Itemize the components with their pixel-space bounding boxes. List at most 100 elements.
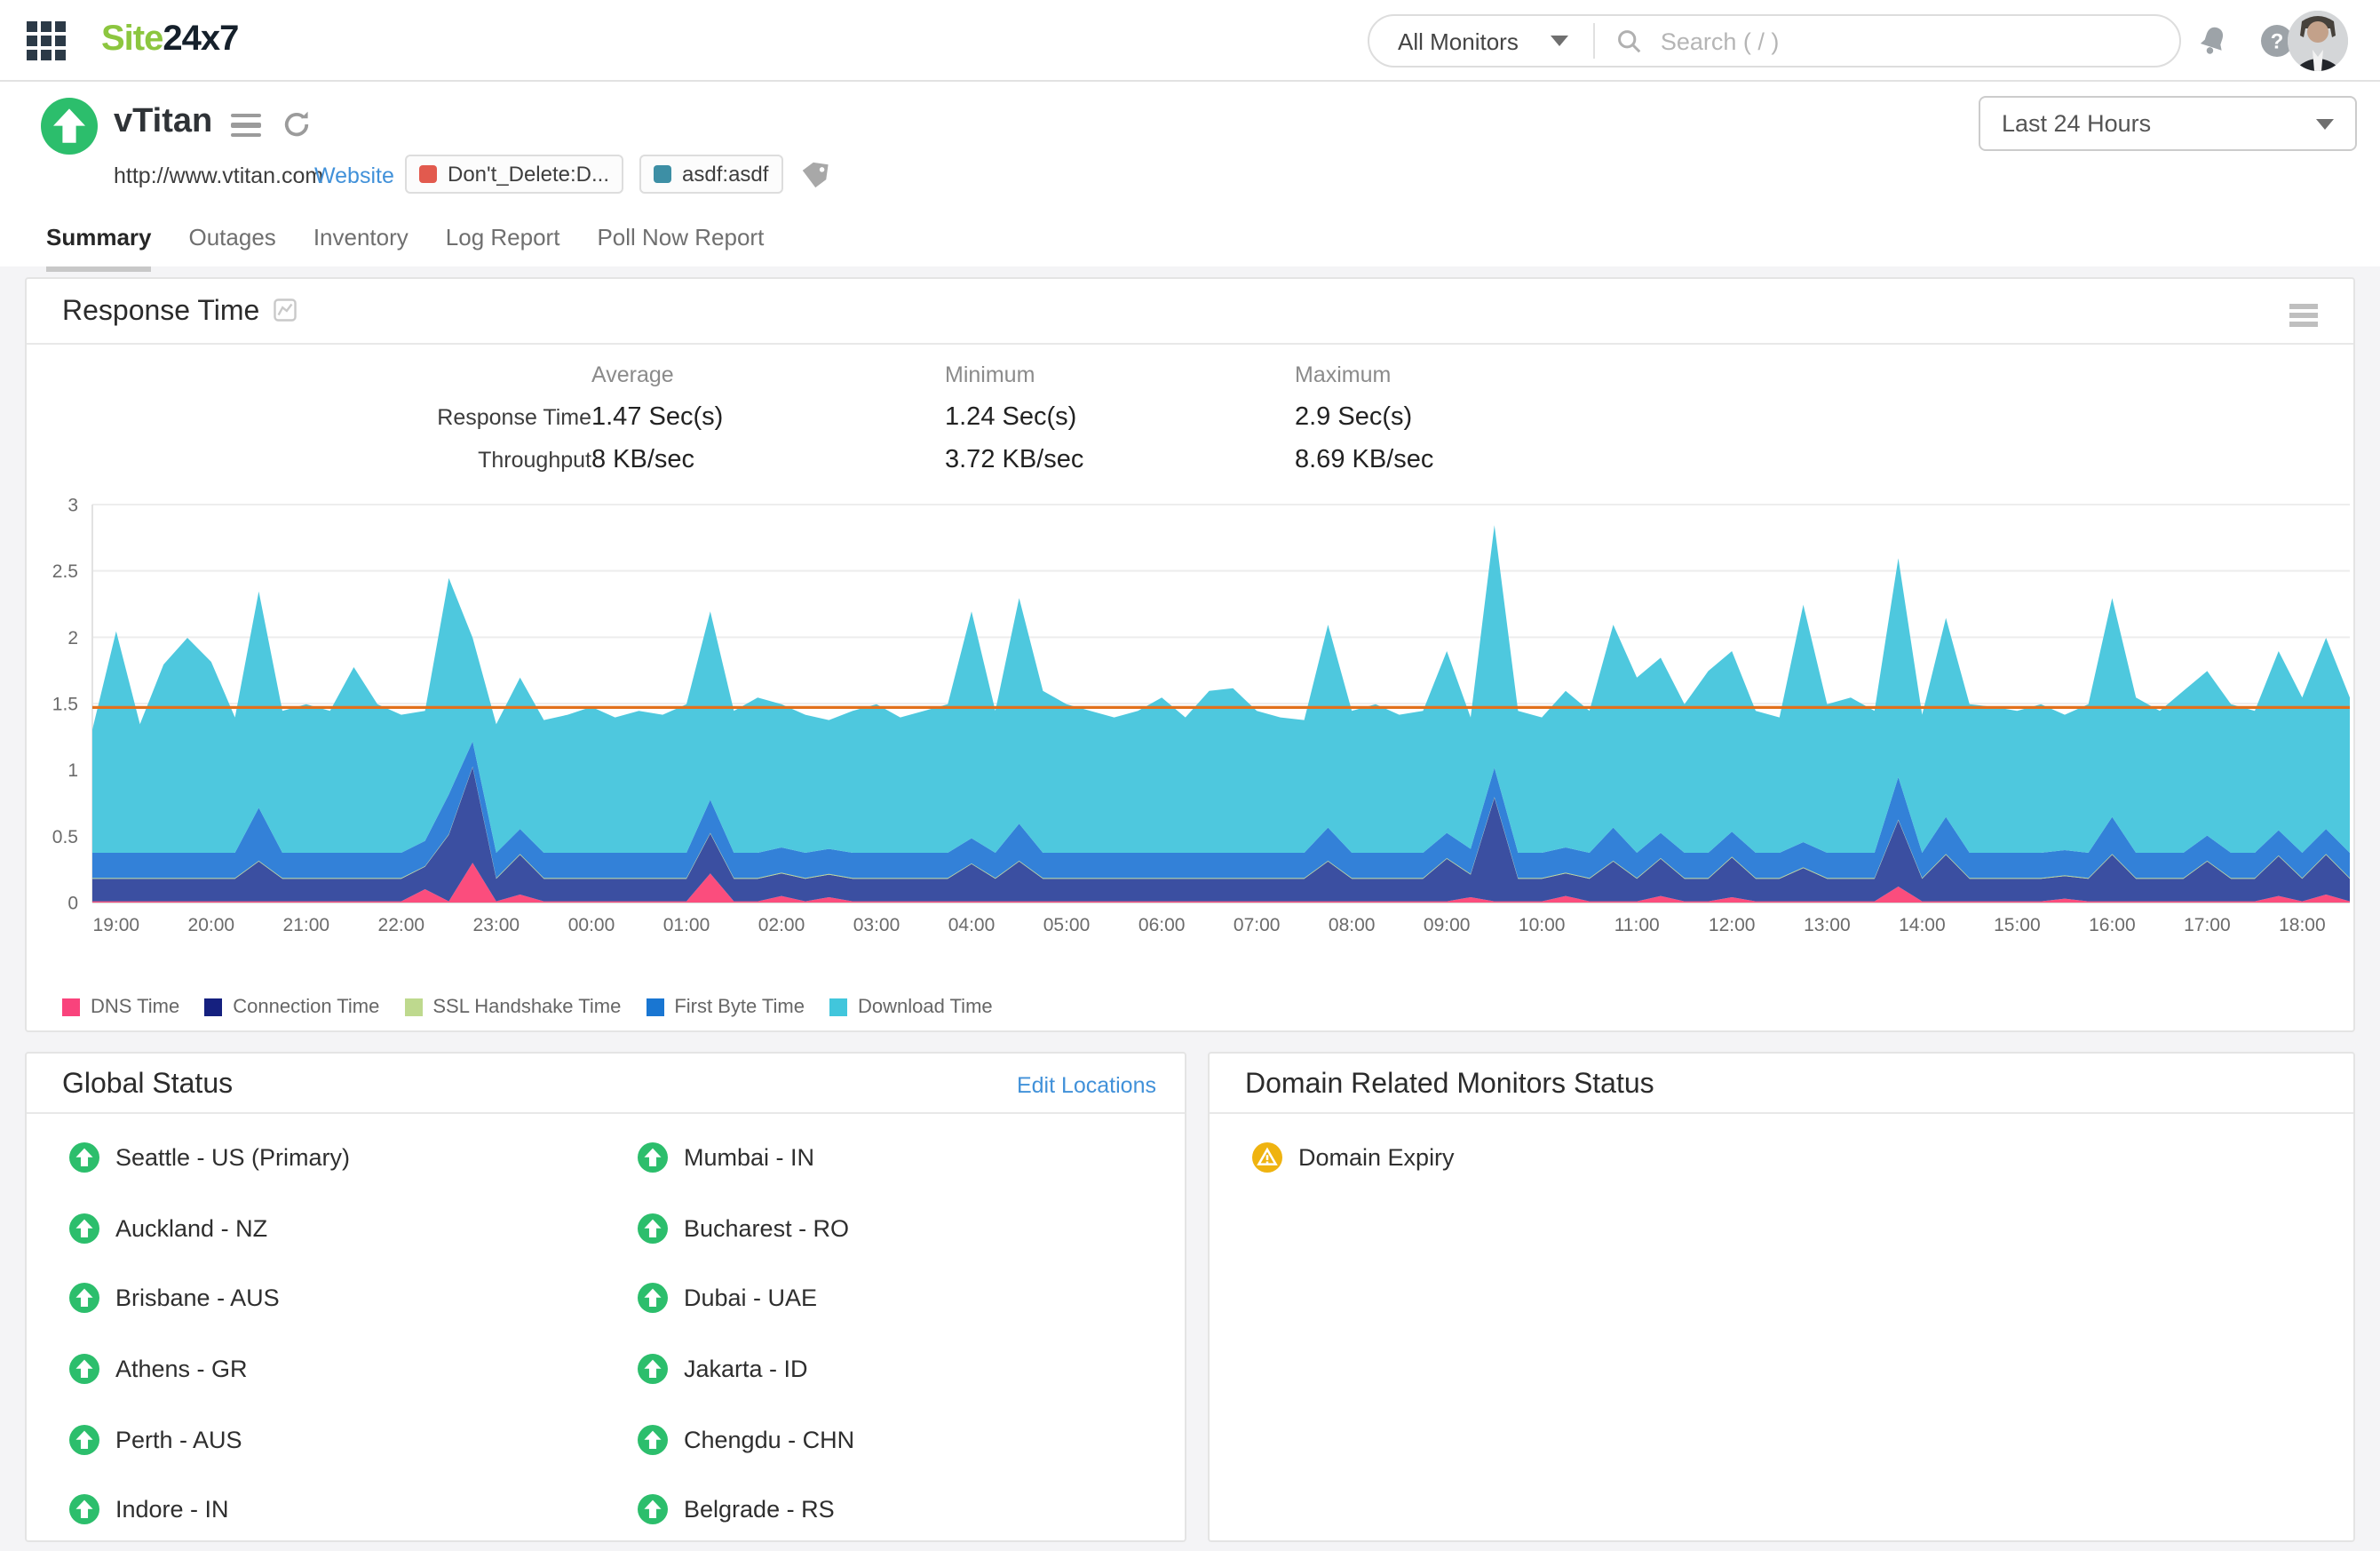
svg-text:1.5: 1.5 (52, 695, 78, 715)
card-menu-icon[interactable] (2289, 304, 2318, 331)
card-title: Response Time (62, 297, 282, 329)
location-label: Athens - GR (115, 1356, 248, 1382)
tag-color-swatch (419, 165, 437, 183)
svg-text:10:00: 10:00 (1519, 915, 1566, 935)
svg-text:17:00: 17:00 (2184, 915, 2231, 935)
legend-swatch (646, 998, 663, 1016)
tag-icon[interactable] (798, 159, 829, 189)
legend-item[interactable]: Connection Time (204, 997, 379, 1018)
status-up-icon (638, 1424, 668, 1454)
legend-item[interactable]: First Byte Time (646, 997, 805, 1018)
location-item[interactable]: Perth - AUS (69, 1404, 350, 1475)
svg-text:23:00: 23:00 (473, 915, 520, 935)
svg-text:20:00: 20:00 (188, 915, 235, 935)
location-item[interactable]: Auckland - NZ (69, 1193, 350, 1263)
monitor-filter-dropdown[interactable]: All Monitors (1369, 16, 1593, 66)
divider (27, 343, 2353, 345)
stats-value: 8 KB/sec (591, 446, 945, 474)
monitor-filter-label: All Monitors (1398, 28, 1519, 54)
monitor-search-pill: All Monitors (1368, 14, 2181, 68)
monitor-type-link[interactable]: Website (314, 163, 394, 188)
time-range-select[interactable]: Last 24 Hours (1979, 96, 2357, 151)
edit-locations-link[interactable]: Edit Locations (1017, 1073, 1156, 1098)
chart-legend: DNS Time Connection Time SSL Handshake Tim… (62, 997, 993, 1018)
location-item[interactable]: Mumbai - IN (638, 1123, 854, 1193)
tab-outages[interactable]: Outages (189, 224, 276, 272)
tab-poll-now-report[interactable]: Poll Now Report (597, 224, 764, 272)
location-item[interactable]: Dubai - UAE (638, 1263, 854, 1333)
legend-item[interactable]: SSL Handshake Time (404, 997, 621, 1018)
stats-row-label: Response Time (62, 405, 591, 430)
site24x7-logo[interactable]: Site24x7 (101, 20, 238, 60)
tab-inventory[interactable]: Inventory (313, 224, 409, 272)
legend-swatch (62, 998, 80, 1016)
stats-value: 1.24 Sec(s) (945, 403, 1295, 432)
location-label: Indore - IN (115, 1497, 229, 1523)
search-input[interactable] (1657, 26, 2179, 56)
domain-monitor-item[interactable]: Domain Expiry (1252, 1123, 1455, 1193)
legend-item[interactable]: Download Time (829, 997, 993, 1018)
location-label: Bucharest - RO (684, 1215, 849, 1242)
refresh-icon[interactable] (281, 108, 313, 140)
monitor-url: http://www.vtitan.com (114, 163, 323, 188)
stats-col-header: Minimum (945, 362, 1295, 387)
stats-col-header: Maximum (1295, 362, 1614, 387)
status-up-icon (69, 1143, 99, 1173)
tag-chip[interactable]: Don't_Delete:D... (405, 155, 623, 194)
svg-text:2.5: 2.5 (52, 561, 78, 582)
stats-value: 1.47 Sec(s) (591, 403, 945, 432)
legend-item[interactable]: DNS Time (62, 997, 179, 1018)
svg-text:21:00: 21:00 (283, 915, 330, 935)
app-grid-icon[interactable] (25, 20, 67, 62)
location-label: Perth - AUS (115, 1426, 242, 1452)
tab-summary[interactable]: Summary (46, 224, 152, 272)
location-label: Jakarta - ID (684, 1356, 808, 1382)
response-time-chart[interactable]: 00.511.522.5319:0020:0021:0022:0023:0000… (27, 489, 2357, 947)
response-time-stats: AverageMinimumMaximumResponse Time1.47 S… (62, 354, 1661, 481)
legend-swatch (404, 998, 422, 1016)
status-up-icon (638, 1143, 668, 1173)
legend-label: DNS Time (91, 997, 179, 1018)
global-status-card: Global Status Edit Locations Seattle - U… (25, 1052, 1186, 1542)
location-item[interactable]: Belgrade - RS (638, 1475, 854, 1545)
status-up-icon (638, 1354, 668, 1384)
svg-text:14:00: 14:00 (1899, 915, 1946, 935)
tag-row: Don't_Delete:D... asdf:asdf (405, 155, 829, 194)
legend-label: SSL Handshake Time (432, 997, 621, 1018)
location-label: Auckland - NZ (115, 1215, 267, 1242)
svg-text:13:00: 13:00 (1804, 915, 1851, 935)
monitor-menu-icon[interactable] (231, 114, 261, 142)
location-item[interactable]: Jakarta - ID (638, 1334, 854, 1404)
divider (1210, 1112, 2353, 1114)
user-avatar[interactable] (2288, 11, 2348, 71)
svg-text:2: 2 (67, 628, 78, 648)
notification-bell-icon[interactable] (2195, 23, 2231, 59)
tag-chip[interactable]: asdf:asdf (639, 155, 782, 194)
status-up-icon (41, 98, 98, 155)
svg-text:18:00: 18:00 (2279, 915, 2326, 935)
svg-text:0.5: 0.5 (52, 827, 78, 847)
location-label: Mumbai - IN (684, 1145, 814, 1172)
svg-text:0: 0 (67, 894, 78, 914)
tab-log-report[interactable]: Log Report (446, 224, 560, 272)
stats-row: Throughput8 KB/sec3.72 KB/sec8.69 KB/sec (62, 439, 1661, 481)
location-item[interactable]: Indore - IN (69, 1475, 350, 1545)
stats-value: 2.9 Sec(s) (1295, 403, 1614, 432)
stats-value: 8.69 KB/sec (1295, 446, 1614, 474)
panel-title: Global Status (62, 1070, 233, 1102)
status-up-icon (69, 1213, 99, 1244)
search-icon (1616, 28, 1643, 54)
location-item[interactable]: Seattle - US (Primary) (69, 1123, 350, 1193)
svg-text:04:00: 04:00 (948, 915, 996, 935)
location-column-left: Seattle - US (Primary) Auckland - NZ Brisb… (69, 1123, 350, 1545)
status-warning-icon (1252, 1143, 1282, 1173)
location-item[interactable]: Chengdu - CHN (638, 1404, 854, 1475)
svg-text:15:00: 15:00 (1994, 915, 2041, 935)
svg-text:02:00: 02:00 (758, 915, 805, 935)
location-item[interactable]: Bucharest - RO (638, 1193, 854, 1263)
svg-text:01:00: 01:00 (663, 915, 710, 935)
location-item[interactable]: Brisbane - AUS (69, 1263, 350, 1333)
location-item[interactable]: Athens - GR (69, 1334, 350, 1404)
svg-text:19:00: 19:00 (93, 915, 140, 935)
trend-chart-icon[interactable] (274, 298, 297, 322)
